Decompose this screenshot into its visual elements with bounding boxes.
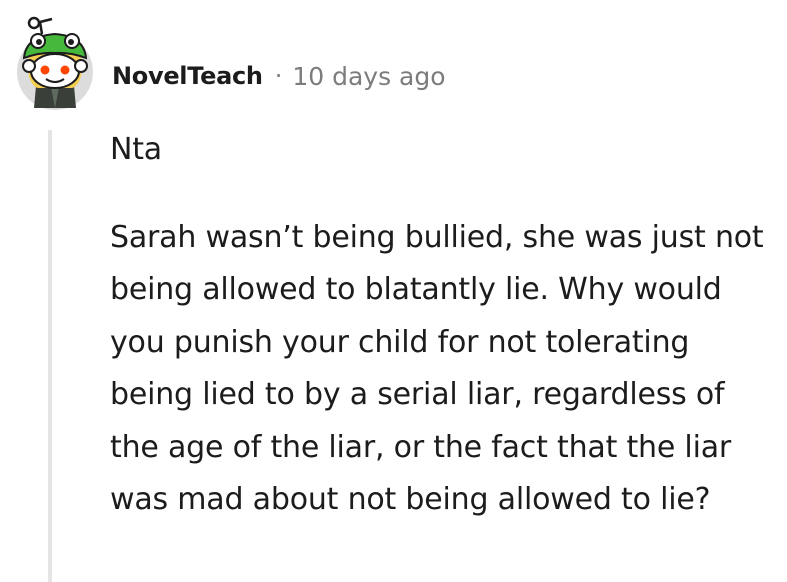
comment-timestamp[interactable]: 10 days ago (292, 62, 445, 91)
comment-meta: NovelTeach · 10 days ago (112, 58, 446, 94)
comment: NovelTeach · 10 days ago Nta Sarah wasn’… (0, 0, 787, 582)
snoo-avatar-icon[interactable] (14, 16, 96, 112)
comment-paragraph: Nta (110, 132, 162, 167)
thread-collapse-line[interactable] (48, 130, 52, 582)
meta-separator: · (274, 62, 283, 90)
comment-paragraph: Sarah wasn’t being bullied, she was just… (110, 219, 764, 518)
author-username[interactable]: NovelTeach (112, 62, 263, 90)
comment-body: Nta Sarah wasn’t being bullied, she was … (110, 124, 780, 527)
